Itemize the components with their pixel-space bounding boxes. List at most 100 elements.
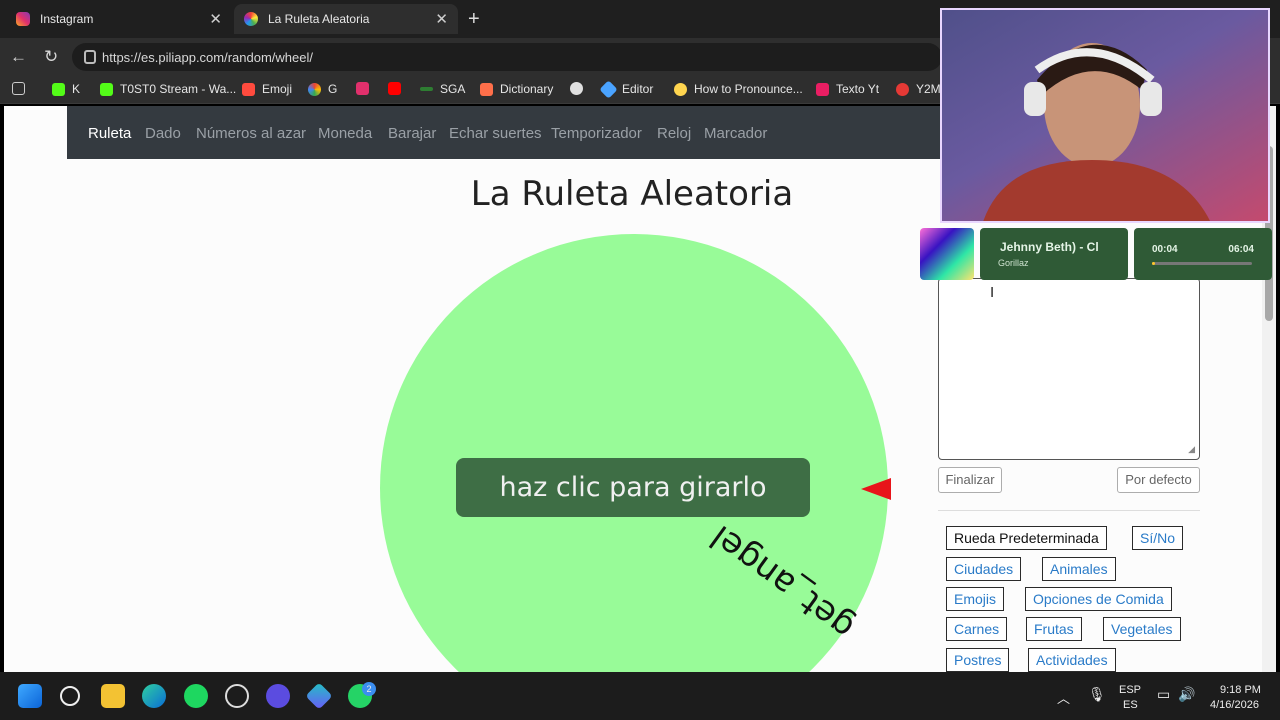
spin-button[interactable]: haz clic para girarlo [456, 458, 810, 517]
texto-icon [816, 82, 829, 96]
time-elapsed: 00:04 [1152, 244, 1178, 255]
kick-icon [100, 82, 113, 96]
collections-icon[interactable] [12, 82, 32, 95]
wheel-container[interactable]: get_angel [380, 234, 888, 672]
preset-rueda-predeterminada[interactable]: Rueda Predeterminada [946, 526, 1107, 550]
bookmark-youtube[interactable] [388, 82, 408, 95]
preset-opciones-de-comida[interactable]: Opciones de Comida [1025, 587, 1172, 611]
bookmark-sga[interactable]: SGA [420, 82, 465, 96]
y2mate-icon [896, 82, 909, 96]
preset-postres[interactable]: Postres [946, 648, 1010, 672]
nav-echar-suertes[interactable]: Echar suertes [449, 125, 542, 142]
bookmark-google[interactable]: G [308, 82, 337, 96]
tab-title: La Ruleta Aleatoria [268, 12, 370, 26]
volume-icon[interactable]: 🔊 [1178, 686, 1195, 703]
bookmark-y2m[interactable]: Y2M [896, 82, 941, 96]
entries-textarea[interactable]: ◢ [938, 278, 1200, 460]
bookmark-emoji[interactable]: Emoji [242, 82, 292, 96]
youtube-icon [388, 82, 401, 95]
clock-date[interactable]: 4/16/2026 [1210, 699, 1259, 711]
bookmark-texto-yt[interactable]: Texto Yt [816, 82, 879, 96]
preset-si-no[interactable]: Sí/No [1132, 526, 1184, 550]
instagram-icon [356, 82, 369, 95]
preset-actividades[interactable]: Actividades [1028, 648, 1116, 672]
webcam-overlay [940, 8, 1270, 223]
site-navbar: Ruleta Dado Números al azar Moneda Baraj… [67, 106, 947, 159]
track-progress-bar [1152, 262, 1252, 265]
text-cursor-icon: I [990, 284, 995, 301]
app-icon[interactable] [266, 684, 290, 708]
tab-instagram[interactable]: Instagram ✕ [6, 4, 232, 34]
page-title: La Ruleta Aleatoria [470, 174, 794, 214]
piliapp-icon [244, 12, 258, 26]
address-bar[interactable]: https://es.piliapp.com/random/wheel/ [72, 43, 942, 71]
openai-icon [570, 82, 583, 95]
search-icon[interactable] [60, 686, 80, 706]
pronounce-icon [674, 82, 687, 96]
instagram-icon [16, 12, 30, 26]
finalizar-button[interactable]: Finalizar [938, 467, 1002, 493]
bookmark-editor[interactable]: Editor [599, 79, 653, 99]
site-info-icon[interactable] [84, 50, 96, 64]
resize-handle-icon[interactable]: ◢ [1188, 444, 1195, 455]
bookmark-k[interactable]: K [52, 82, 80, 96]
time-total: 06:04 [1228, 244, 1254, 255]
por-defecto-button[interactable]: Por defecto [1117, 467, 1200, 493]
network-icon[interactable]: ▭ [1157, 686, 1170, 703]
dictionary-icon [480, 82, 493, 96]
spotify-icon[interactable] [184, 684, 208, 708]
wheel-pointer-icon [861, 478, 891, 500]
nav-ruleta[interactable]: Ruleta [88, 125, 131, 142]
now-playing-widget: Jehnny Beth) - Cl Gorillaz 00:04 06:04 [920, 228, 1272, 282]
new-tab-icon[interactable]: + [468, 8, 480, 31]
track-progress-fill [1152, 262, 1155, 265]
nav-barajar[interactable]: Barajar [388, 125, 436, 142]
kick-icon [52, 82, 65, 96]
nav-numeros-al-azar[interactable]: Números al azar [196, 125, 306, 142]
preset-ciudades[interactable]: Ciudades [946, 557, 1022, 581]
tab-title: Instagram [40, 12, 94, 26]
preset-vegetales[interactable]: Vegetales [1103, 617, 1181, 641]
preset-emojis[interactable]: Emojis [946, 587, 1005, 611]
chevron-up-icon[interactable]: ︿ [1057, 688, 1070, 707]
preset-frutas[interactable]: Frutas [1026, 617, 1082, 641]
editor-icon [599, 79, 618, 99]
language-sub-indicator: ES [1123, 699, 1138, 711]
close-tab-icon[interactable]: ✕ [209, 10, 222, 28]
track-title: Jehnny Beth) - Cl [1000, 240, 1099, 254]
sourcetree-icon[interactable] [305, 682, 333, 710]
track-artist: Gorillaz [998, 258, 1029, 268]
nav-reloj[interactable]: Reloj [657, 125, 691, 142]
microphone-icon[interactable]: 🎙 [1088, 686, 1106, 703]
lightning-icon [242, 82, 255, 96]
windows-start-icon[interactable] [18, 684, 42, 708]
close-tab-icon[interactable]: ✕ [435, 10, 448, 28]
nav-marcador[interactable]: Marcador [704, 125, 767, 142]
tab-ruleta[interactable]: La Ruleta Aleatoria ✕ [234, 4, 458, 34]
google-icon [308, 82, 321, 96]
whatsapp-badge: 2 [362, 682, 376, 696]
preset-carnes[interactable]: Carnes [946, 617, 1008, 641]
preset-animales[interactable]: Animales [1042, 557, 1116, 581]
bookmark-tosto-stream[interactable]: T0ST0 Stream - Wa... [100, 82, 236, 96]
language-indicator[interactable]: ESP [1119, 684, 1141, 696]
bookmark-how-to-pronounce[interactable]: How to Pronounce... [674, 82, 803, 96]
back-arrow-icon[interactable]: ← [10, 47, 27, 67]
divider [938, 510, 1200, 511]
obs-icon[interactable] [225, 684, 249, 708]
streamer-silhouette [983, 43, 1210, 221]
nav-moneda[interactable]: Moneda [318, 125, 372, 142]
windows-taskbar: 2 ︿ 🎙 ESP ES ▭ 🔊 9:18 PM 4/16/2026 [0, 672, 1280, 720]
time-card: 00:04 06:04 [1134, 228, 1272, 280]
nav-dado[interactable]: Dado [145, 125, 181, 142]
nav-temporizador[interactable]: Temporizador [551, 125, 642, 142]
bookmark-instagram[interactable] [356, 82, 376, 95]
reload-icon[interactable]: ↻ [44, 47, 58, 67]
url-text: https://es.piliapp.com/random/wheel/ [102, 50, 313, 65]
album-art [920, 228, 974, 280]
edge-icon[interactable] [142, 684, 166, 708]
bookmark-dictionary[interactable]: Dictionary [480, 82, 553, 96]
bookmark-openai[interactable] [570, 82, 590, 95]
file-explorer-icon[interactable] [101, 684, 125, 708]
clock-time[interactable]: 9:18 PM [1220, 684, 1261, 696]
